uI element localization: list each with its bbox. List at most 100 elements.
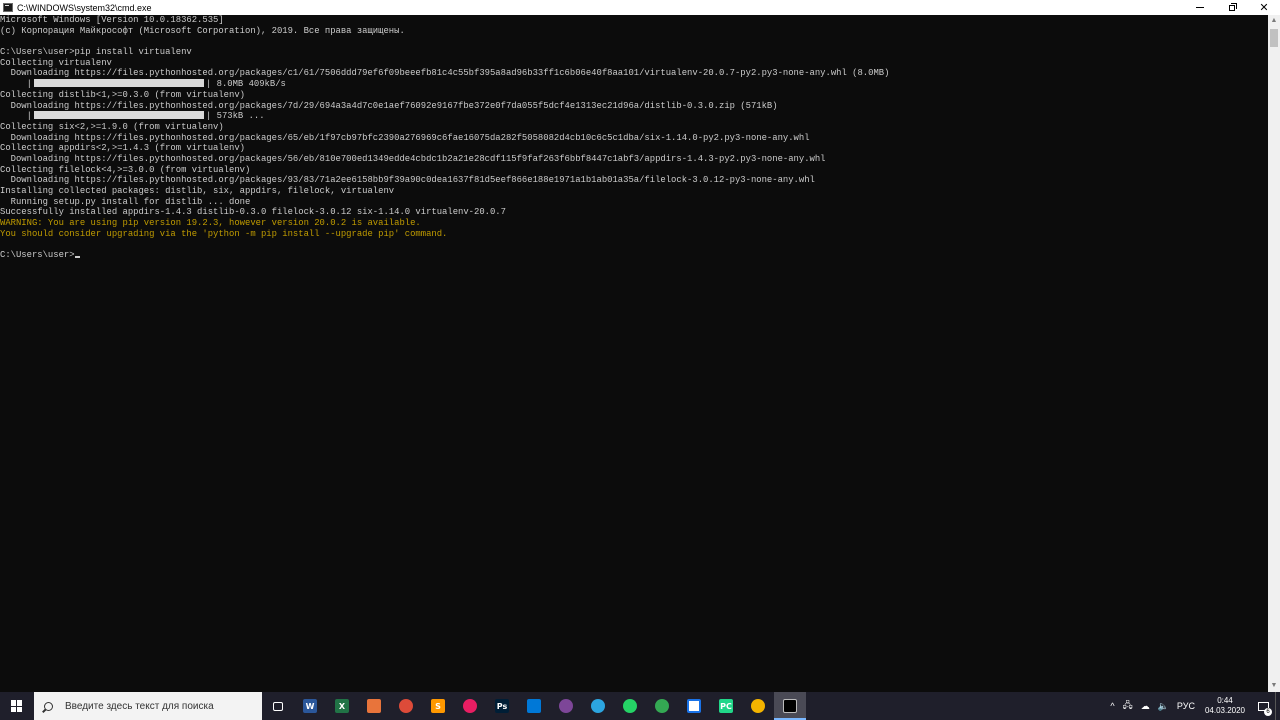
progress-line: | | 8.0MB 409kB/s xyxy=(0,79,889,90)
chevron-up-icon: ^ xyxy=(1110,701,1115,711)
clock-date: 04.03.2020 xyxy=(1204,706,1245,715)
console-line: Downloading https://files.pythonhosted.o… xyxy=(0,101,889,112)
console-line: Downloading https://files.pythonhosted.o… xyxy=(0,133,889,144)
pycharm-icon: PC xyxy=(719,699,733,713)
close-icon: ✕ xyxy=(1259,2,1269,14)
taskbar-app-notepad[interactable] xyxy=(678,692,710,720)
taskbar-app-excel[interactable]: X xyxy=(326,692,358,720)
progress-suffix: | 573kB ... xyxy=(205,111,265,122)
console-line-text: Downloading https://files.pythonhosted.o… xyxy=(0,100,778,111)
vertical-scrollbar[interactable]: ▲ ▼ xyxy=(1268,15,1280,692)
clock[interactable]: 0:44 04.03.2020 xyxy=(1199,696,1251,716)
console-line: C:\Users\user> xyxy=(0,250,889,261)
taskbar-app-photoshop[interactable]: Ps xyxy=(486,692,518,720)
network-icon: 🖧 xyxy=(1122,700,1133,710)
progress-prefix: | xyxy=(0,79,32,90)
console-line-text: You should consider upgrading via the 'p… xyxy=(0,228,448,239)
console-line-text: Collecting filelock<4,>=3.0.0 (from virt… xyxy=(0,164,251,175)
console-line-text: Successfully installed appdirs-1.4.3 dis… xyxy=(0,207,506,218)
cmd-window-icon xyxy=(3,3,13,12)
console-line: Collecting six<2,>=1.9.0 (from virtualen… xyxy=(0,122,889,133)
console-line: Successfully installed appdirs-1.4.3 dis… xyxy=(0,207,889,218)
sublime-icon: S xyxy=(431,699,445,713)
console-line-text: C:\Users\user>pip install virtualenv xyxy=(0,47,192,58)
excel-icon: X xyxy=(335,699,349,713)
tor-icon xyxy=(559,699,573,713)
telegram-icon xyxy=(591,699,605,713)
language-label: РУС xyxy=(1176,701,1195,711)
taskbar-app-sublime[interactable]: S xyxy=(422,692,454,720)
progress-prefix: | xyxy=(0,111,32,122)
taskbar-app-files[interactable] xyxy=(358,692,390,720)
console-line-text: Collecting six<2,>=1.9.0 (from virtualen… xyxy=(0,121,224,132)
whatsapp-icon xyxy=(623,699,637,713)
console-line-text: Collecting virtualenv xyxy=(0,57,112,68)
network-button[interactable]: 🖧 xyxy=(1119,692,1137,720)
console-lines: Microsoft Windows [Version 10.0.18362.53… xyxy=(0,15,889,261)
onedrive-button[interactable]: ☁ xyxy=(1137,692,1154,720)
taskbar-app-task-view[interactable] xyxy=(262,692,294,720)
taskbar-app-vpn[interactable] xyxy=(646,692,678,720)
cloud-icon: ☁ xyxy=(1140,700,1150,711)
console-line-text: Installing collected packages: distlib, … xyxy=(0,186,395,196)
taskbar-app-chrome-canary[interactable] xyxy=(742,692,774,720)
minimize-icon xyxy=(1196,7,1204,8)
progress-suffix: | 8.0MB 409kB/s xyxy=(205,79,286,90)
console-line: (c) Корпорация Майкрософт (Microsoft Cor… xyxy=(0,26,889,37)
word-icon: W xyxy=(303,699,317,713)
scrollbar-thumb[interactable] xyxy=(1270,29,1278,47)
volume-button[interactable]: 🔈 xyxy=(1154,692,1173,720)
console-line: Downloading https://files.pythonhosted.o… xyxy=(0,68,890,79)
taskbar-app-cmd[interactable] xyxy=(774,692,806,720)
console-line-text: C:\Users\user> xyxy=(0,250,75,261)
taskbar-app-telegram[interactable] xyxy=(582,692,614,720)
console-line: WARNING: You are using pip version 19.2.… xyxy=(0,218,889,229)
photoshop-icon: Ps xyxy=(495,699,509,713)
show-hidden-icons-button[interactable]: ^ xyxy=(1106,692,1118,720)
taskbar-app-word[interactable]: W xyxy=(294,692,326,720)
console-line-text: Running setup.py install for distlib ...… xyxy=(0,196,251,207)
console-line: Installing collected packages: distlib, … xyxy=(0,186,889,197)
console-line: You should consider upgrading via the 'p… xyxy=(0,229,889,240)
scroll-up-arrow-icon[interactable]: ▲ xyxy=(1268,15,1280,27)
vscode-icon xyxy=(527,699,541,713)
console-output[interactable]: Microsoft Windows [Version 10.0.18362.53… xyxy=(0,15,1268,692)
search-placeholder: Введите здесь текст для поиска xyxy=(65,700,214,712)
taskbar-app-vscode[interactable] xyxy=(518,692,550,720)
console-line-text: Microsoft Windows [Version 10.0.18362.53… xyxy=(0,15,224,25)
console-line: Running setup.py install for distlib ...… xyxy=(0,197,889,208)
maximize-button[interactable] xyxy=(1216,0,1248,15)
close-button[interactable]: ✕ xyxy=(1248,0,1280,15)
taskbar-search-box[interactable]: Введите здесь текст для поиска xyxy=(34,692,262,720)
cmd-icon xyxy=(783,699,797,713)
window-title: C:\WINDOWS\system32\cmd.exe xyxy=(17,2,152,13)
start-button[interactable] xyxy=(0,692,34,720)
console-line-text: WARNING: You are using pip version 19.2.… xyxy=(0,218,421,229)
action-center-button[interactable]: 6 xyxy=(1251,692,1275,720)
console-line-text: Collecting appdirs<2,>=1.4.3 (from virtu… xyxy=(0,143,245,154)
show-desktop-button[interactable] xyxy=(1275,692,1280,720)
console-line: Collecting appdirs<2,>=1.4.3 (from virtu… xyxy=(0,143,889,154)
taskbar-app-tor[interactable] xyxy=(550,692,582,720)
window-controls: ✕ xyxy=(1184,0,1280,15)
colorful-app-icon xyxy=(463,699,477,713)
restore-icon xyxy=(1229,2,1237,11)
progress-line: | | 573kB ... xyxy=(0,111,889,122)
taskbar-app-colorful-app[interactable] xyxy=(454,692,486,720)
title-bar: C:\WINDOWS\system32\cmd.exe ✕ xyxy=(0,0,1280,15)
console-line-text: Downloading https://files.pythonhosted.o… xyxy=(0,153,826,164)
speaker-icon: 🔈 xyxy=(1157,700,1169,711)
windows-logo-icon xyxy=(11,700,23,712)
taskbar-app-pycharm[interactable]: PC xyxy=(710,692,742,720)
console-line: Collecting distlib<1,>=0.3.0 (from virtu… xyxy=(0,90,889,101)
taskbar-app-whatsapp[interactable] xyxy=(614,692,646,720)
language-indicator[interactable]: РУС xyxy=(1173,692,1199,720)
taskbar-app-chrome[interactable] xyxy=(390,692,422,720)
minimize-button[interactable] xyxy=(1184,0,1216,15)
scroll-down-arrow-icon[interactable]: ▼ xyxy=(1268,680,1280,692)
console-line: Downloading https://files.pythonhosted.o… xyxy=(0,154,889,165)
chrome-icon xyxy=(399,699,413,713)
console-line-text: Downloading https://files.pythonhosted.o… xyxy=(0,68,890,79)
